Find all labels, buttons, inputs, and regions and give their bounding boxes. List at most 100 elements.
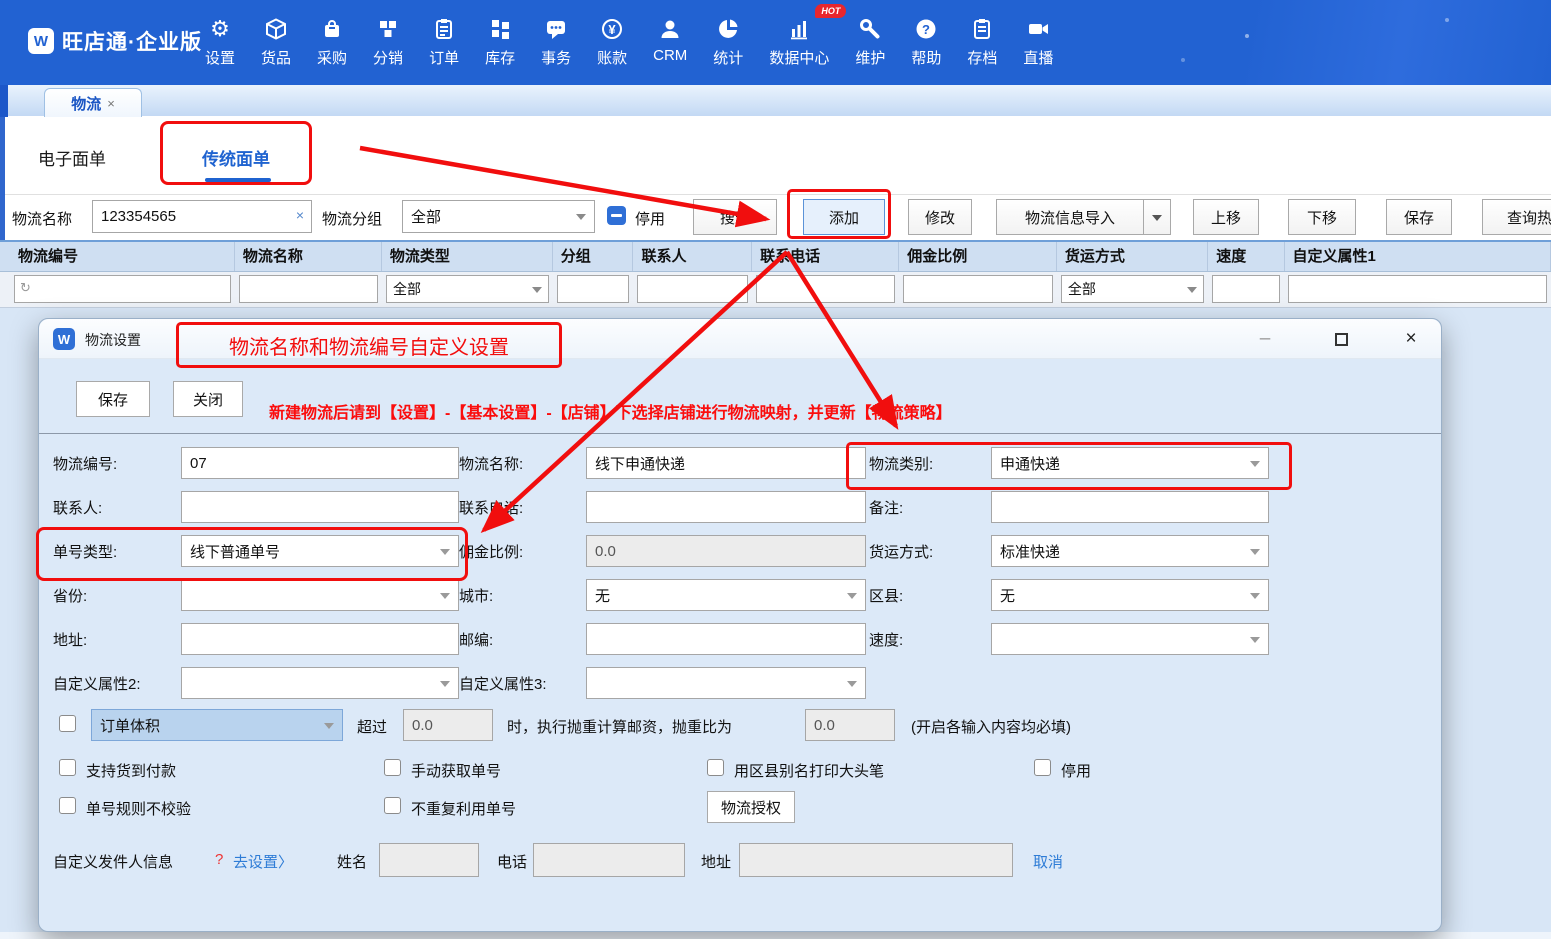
chevron-down-icon bbox=[576, 214, 586, 225]
maximize-button[interactable] bbox=[1327, 326, 1355, 352]
name-input[interactable] bbox=[586, 447, 866, 479]
refresh-icon[interactable]: ↻ bbox=[20, 280, 31, 296]
volume-metric-select[interactable]: 订单体积 bbox=[91, 709, 343, 741]
commission-filter-input[interactable] bbox=[903, 275, 1053, 303]
move-up-button[interactable]: 上移 bbox=[1193, 199, 1259, 235]
nav-item-crm[interactable]: CRM bbox=[640, 14, 700, 68]
nav-item-goods[interactable]: 货品 bbox=[248, 14, 304, 68]
disabled-filter-checkbox[interactable] bbox=[607, 206, 626, 225]
attr3-label: 自定义属性3: bbox=[459, 673, 547, 694]
cod-checkbox[interactable] bbox=[59, 759, 76, 776]
group-filter-input[interactable] bbox=[557, 275, 630, 303]
nav-item-live[interactable]: 直播 bbox=[1010, 14, 1066, 68]
contact-filter-input[interactable] bbox=[637, 275, 748, 303]
city-select[interactable]: 无 bbox=[586, 579, 866, 611]
col-freight-mode[interactable]: 货运方式 bbox=[1057, 242, 1208, 271]
logistics-name-label: 物流名称 bbox=[12, 208, 72, 229]
logistics-filter-bar: 物流名称 × 物流分组 全部 停用 搜索 添加 修改 物流信息导入 上移 下移 … bbox=[5, 195, 1551, 240]
freight-select[interactable]: 标准快递 bbox=[991, 535, 1269, 567]
col-contact-phone[interactable]: 联系电话 bbox=[752, 242, 899, 271]
attr3-select[interactable] bbox=[586, 667, 866, 699]
import-logistics-button[interactable]: 物流信息导入 bbox=[996, 199, 1144, 235]
dialog-close-button[interactable]: 关闭 bbox=[173, 381, 243, 417]
clear-input-icon[interactable]: × bbox=[296, 207, 304, 223]
nav-item-affairs[interactable]: 事务 bbox=[528, 14, 584, 68]
alias-print-checkbox[interactable] bbox=[707, 759, 724, 776]
waybill-subtab-bar: 电子面单 传统面单 bbox=[5, 117, 1551, 195]
tab-electronic-waybill[interactable]: 电子面单 bbox=[38, 145, 106, 170]
tab-close-icon[interactable]: × bbox=[107, 96, 115, 111]
nav-item-distribution[interactable]: 分销 bbox=[360, 14, 416, 68]
no-reuse-checkbox[interactable] bbox=[384, 797, 401, 814]
col-logistics-type[interactable]: 物流类型 bbox=[382, 242, 553, 271]
nav-item-statistics[interactable]: 统计 bbox=[700, 14, 756, 68]
logistics-name-input[interactable] bbox=[92, 200, 312, 233]
attr2-label: 自定义属性2: bbox=[53, 673, 141, 694]
go-setup-link[interactable]: 去设置〉 bbox=[233, 851, 293, 872]
no-validate-checkbox[interactable] bbox=[59, 797, 76, 814]
col-commission[interactable]: 佣金比例 bbox=[899, 242, 1057, 271]
nav-item-inventory[interactable]: 库存 bbox=[472, 14, 528, 68]
waybill-type-select[interactable]: 线下普通单号 bbox=[181, 535, 459, 567]
speed-select[interactable] bbox=[991, 623, 1269, 655]
save-order-button[interactable]: 保存 bbox=[1386, 199, 1452, 235]
contact-field bbox=[181, 491, 459, 523]
manual-number-checkbox[interactable] bbox=[384, 759, 401, 776]
minimize-button[interactable]: – bbox=[1251, 326, 1279, 352]
district-label: 区县: bbox=[869, 585, 903, 606]
remark-label: 备注: bbox=[869, 497, 903, 518]
nav-item-maintenance[interactable]: 维护 bbox=[842, 14, 898, 68]
dialog-save-button[interactable]: 保存 bbox=[76, 381, 150, 417]
code-input[interactable] bbox=[181, 447, 459, 479]
nav-item-data-center[interactable]: HOT 数据中心 bbox=[756, 14, 842, 68]
add-button[interactable]: 添加 bbox=[803, 199, 885, 235]
sender-help-icon[interactable]: ? bbox=[215, 851, 223, 868]
col-custom-attr1[interactable]: 自定义属性1 bbox=[1285, 242, 1551, 271]
nav-item-accounts[interactable]: ¥ 账款 bbox=[584, 14, 640, 68]
phone-filter-input[interactable] bbox=[756, 275, 895, 303]
filter-cell-speed bbox=[1208, 272, 1284, 307]
col-group[interactable]: 分组 bbox=[553, 242, 634, 271]
stop-use-checkbox[interactable] bbox=[1034, 759, 1051, 776]
dialog-titlebar[interactable]: W 物流设置 – × bbox=[39, 319, 1441, 359]
name-filter-input[interactable] bbox=[239, 275, 378, 303]
tab-traditional-waybill[interactable]: 传统面单 bbox=[202, 145, 270, 170]
modify-button[interactable]: 修改 bbox=[908, 199, 972, 235]
logistics-auth-button[interactable]: 物流授权 bbox=[707, 791, 795, 823]
col-speed[interactable]: 速度 bbox=[1208, 242, 1284, 271]
col-logistics-code[interactable]: 物流编号 bbox=[10, 242, 235, 271]
type-filter-select[interactable]: 全部 bbox=[386, 275, 549, 303]
cancel-link[interactable]: 取消 bbox=[1033, 851, 1063, 872]
close-button[interactable]: × bbox=[1397, 326, 1425, 352]
code-filter-input[interactable] bbox=[14, 275, 231, 303]
filter-cell-code: ↻ bbox=[10, 272, 235, 307]
volume-checkbox[interactable] bbox=[59, 715, 76, 732]
remark-input[interactable] bbox=[991, 491, 1269, 523]
contact-input[interactable] bbox=[181, 491, 459, 523]
attr1-filter-input[interactable] bbox=[1288, 275, 1547, 303]
top-navigation-bar: W 旺店通·企业版 ⚙ 设置 货品 采购 bbox=[0, 0, 1551, 85]
col-logistics-name[interactable]: 物流名称 bbox=[235, 242, 382, 271]
nav-item-settings[interactable]: ⚙ 设置 bbox=[192, 14, 248, 68]
nav-item-purchase[interactable]: 采购 bbox=[304, 14, 360, 68]
speed-filter-input[interactable] bbox=[1212, 275, 1280, 303]
zip-input[interactable] bbox=[586, 623, 866, 655]
search-button[interactable]: 搜索 bbox=[693, 199, 777, 235]
attr2-select[interactable] bbox=[181, 667, 459, 699]
phone-input[interactable] bbox=[586, 491, 866, 523]
move-down-button[interactable]: 下移 bbox=[1288, 199, 1356, 235]
filter-cell-name bbox=[235, 272, 382, 307]
nav-item-orders[interactable]: 订单 bbox=[416, 14, 472, 68]
freight-filter-select[interactable]: 全部 bbox=[1061, 275, 1204, 303]
category-select[interactable]: 申通快递 bbox=[991, 447, 1269, 479]
address-input[interactable] bbox=[181, 623, 459, 655]
district-select[interactable]: 无 bbox=[991, 579, 1269, 611]
nav-item-help[interactable]: ? 帮助 bbox=[898, 14, 954, 68]
province-select[interactable] bbox=[181, 579, 459, 611]
tab-logistics[interactable]: 物流 × bbox=[44, 88, 142, 117]
logistics-group-select[interactable]: 全部 bbox=[402, 200, 595, 233]
query-thermal-button[interactable]: 查询热敏 bbox=[1482, 199, 1551, 235]
import-dropdown-button[interactable] bbox=[1143, 199, 1171, 235]
nav-item-archive[interactable]: 存档 bbox=[954, 14, 1010, 68]
col-contact[interactable]: 联系人 bbox=[633, 242, 752, 271]
